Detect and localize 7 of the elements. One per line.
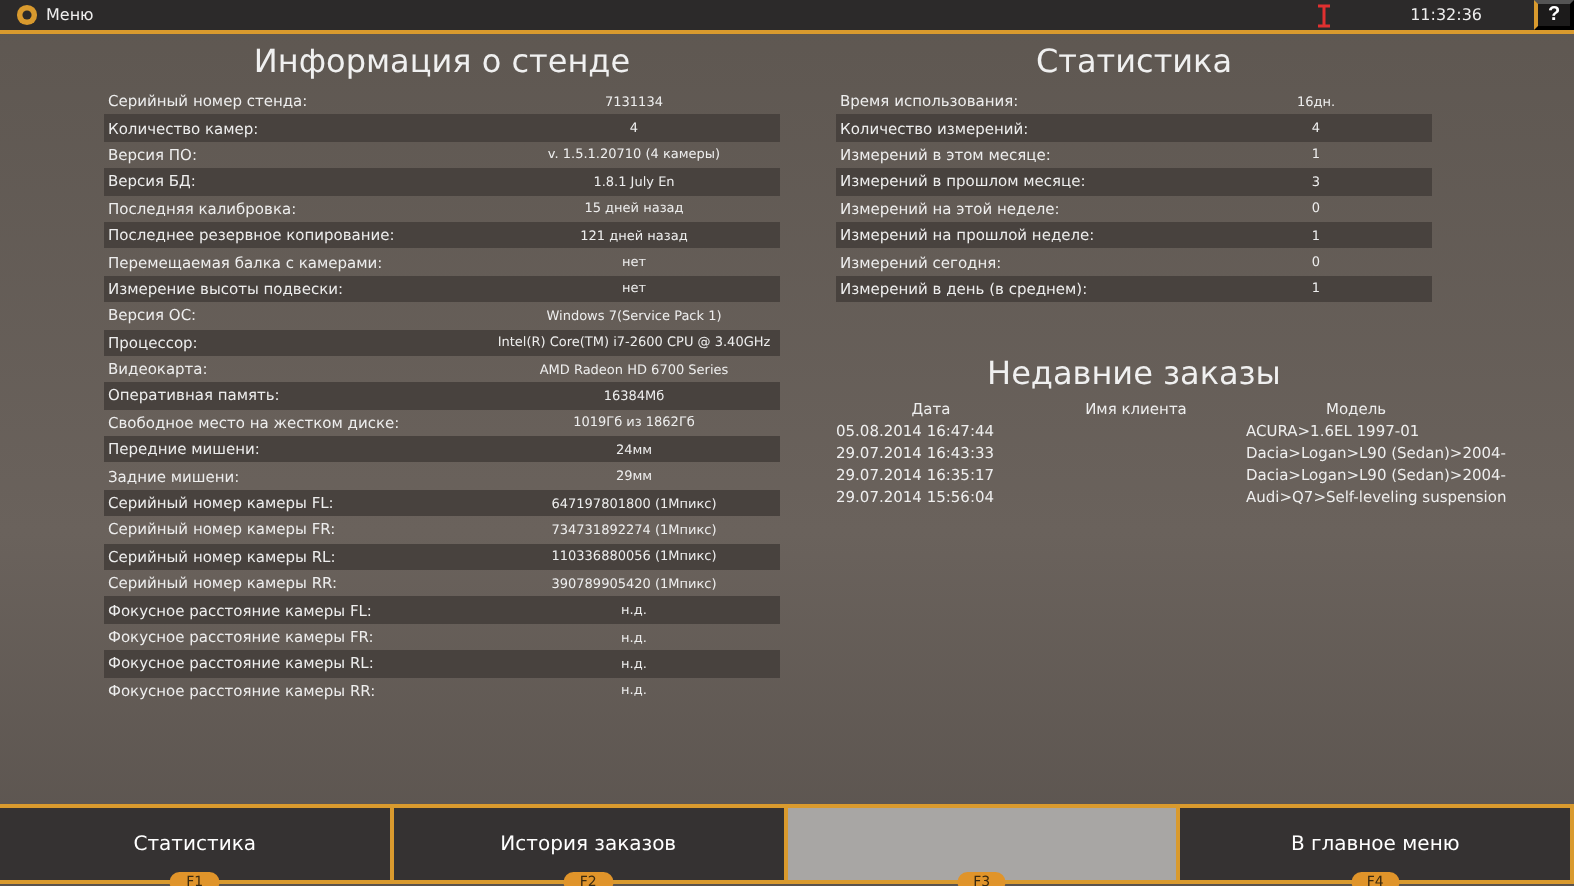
help-button[interactable]: ? xyxy=(1534,0,1574,30)
section-title: Недавние заказы xyxy=(985,354,1283,395)
section-title: Информация о стенде xyxy=(251,42,633,82)
menu-label[interactable]: Меню xyxy=(46,6,1315,24)
text-cursor-icon xyxy=(1314,3,1335,27)
section-title: Статистика xyxy=(1034,42,1234,82)
clock-time: 11:32:36 xyxy=(1410,6,1482,24)
